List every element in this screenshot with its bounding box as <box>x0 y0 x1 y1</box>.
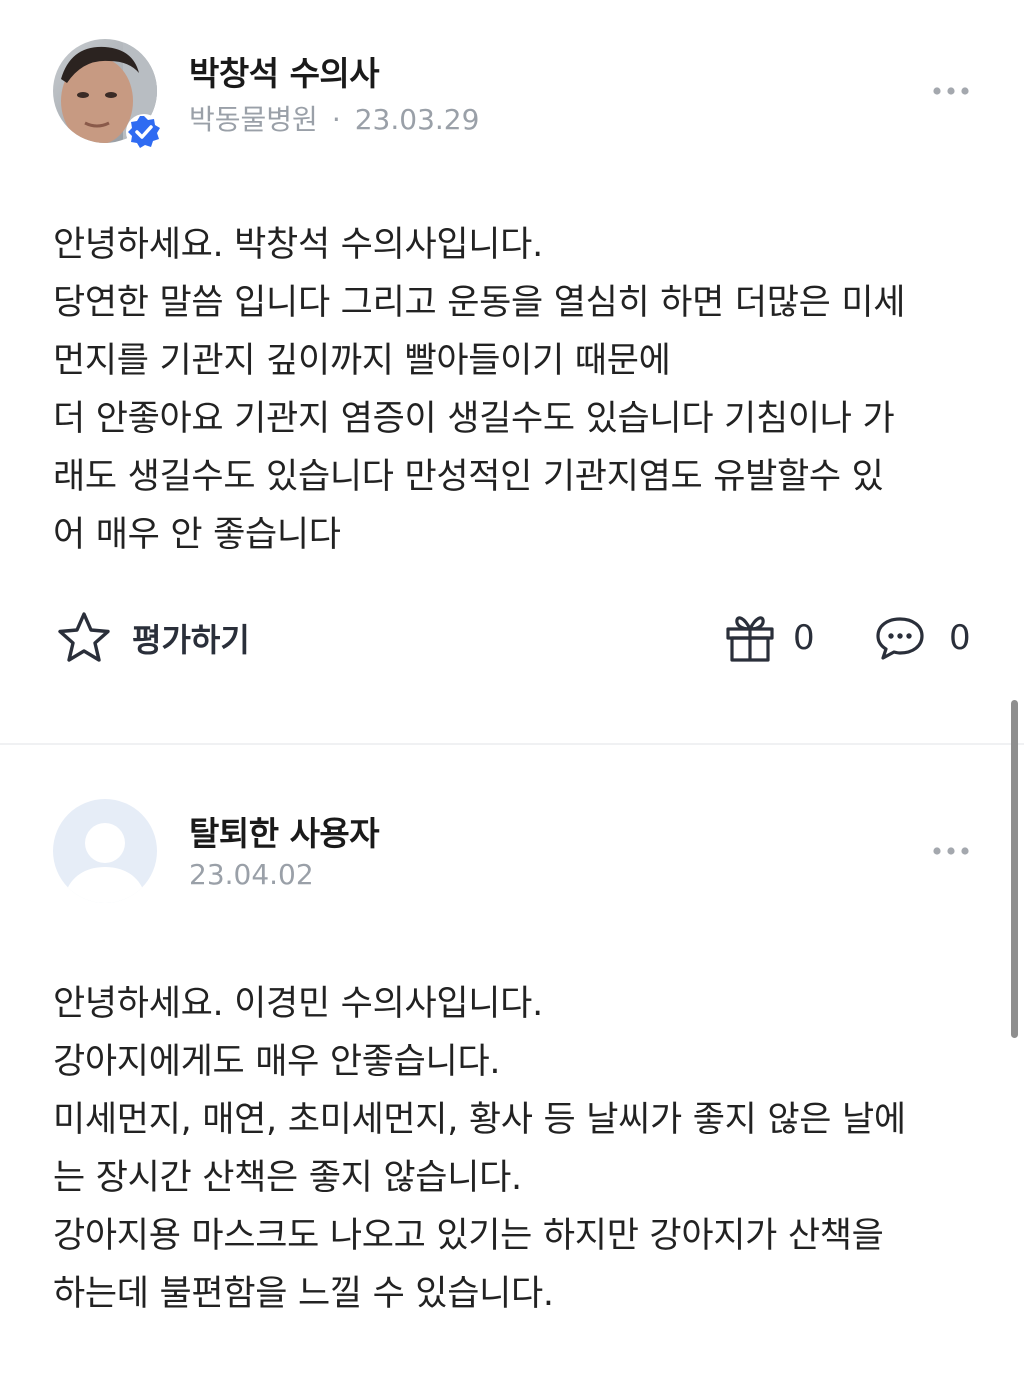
post-body: 안녕하세요. 박창석 수의사입니다. 당연한 말씀 입니다 그리고 운동을 열심… <box>53 216 983 564</box>
author-name[interactable]: 박창석 수의사 <box>189 47 380 95</box>
rate-label: 평가하기 <box>132 621 250 659</box>
gift-button[interactable]: 0 <box>723 610 815 666</box>
body-line: 강아지용 마스크도 나오고 있기는 하지만 강아지가 산책을 <box>53 1216 884 1256</box>
body-line: 더 안좋아요 기관지 염증이 생길수도 있습니다 기침이나 가 <box>53 399 895 439</box>
body-line: 안녕하세요. 박창석 수의사입니다. <box>53 225 543 265</box>
more-horizontal-icon <box>933 87 969 95</box>
default-user-avatar-icon <box>53 799 157 903</box>
action-bar: 평가하기 0 0 <box>0 606 1024 670</box>
body-line: 하는데 불편함을 느낄 수 있습니다. <box>53 1274 554 1314</box>
chat-bubble-icon <box>876 617 924 660</box>
gift-icon <box>726 616 774 662</box>
verified-badge-icon <box>126 114 162 150</box>
hospital-name[interactable]: 박동물병원 <box>189 103 318 136</box>
post-body: 안녕하세요. 이경민 수의사입니다. 강아지에게도 매우 안좋습니다. 미세먼지… <box>53 975 983 1323</box>
scrollbar[interactable] <box>1011 700 1018 1038</box>
author-name[interactable]: 탈퇴한 사용자 <box>189 807 380 855</box>
body-line: 강아지에게도 매우 안좋습니다. <box>53 1042 501 1082</box>
post-date: 23.04.02 <box>189 858 314 891</box>
body-line: 는 장시간 산책은 좋지 않습니다. <box>53 1158 522 1198</box>
rate-button[interactable]: 평가하기 <box>56 610 250 666</box>
body-line: 안녕하세요. 이경민 수의사입니다. <box>53 984 543 1024</box>
body-line: 미세먼지, 매연, 초미세먼지, 황사 등 날씨가 좋지 않은 날에 <box>53 1100 906 1140</box>
more-options-button[interactable] <box>926 79 976 103</box>
more-options-button[interactable] <box>926 839 976 863</box>
post-meta: 23.04.02 <box>189 858 314 891</box>
star-outline-icon <box>58 612 110 662</box>
post-divider <box>0 743 1024 745</box>
body-line: 먼지를 기관지 깊이까지 빨아들이기 때문에 <box>53 341 671 381</box>
body-line: 당연한 말씀 입니다 그리고 운동을 열심히 하면 더많은 미세 <box>53 283 906 323</box>
body-line: 래도 생길수도 있습니다 만성적인 기관지염도 유발할수 있 <box>53 457 884 497</box>
gift-count: 0 <box>793 618 815 658</box>
body-line: 어 매우 안 좋습니다 <box>53 515 341 555</box>
author-avatar[interactable] <box>53 799 157 903</box>
meta-separator: · <box>331 103 341 136</box>
post-meta: 박동물병원 · 23.03.29 <box>189 98 479 138</box>
post-date: 23.03.29 <box>354 103 480 136</box>
comment-count: 0 <box>949 618 971 658</box>
more-horizontal-icon <box>933 847 969 855</box>
comment-button[interactable]: 0 <box>873 610 971 666</box>
